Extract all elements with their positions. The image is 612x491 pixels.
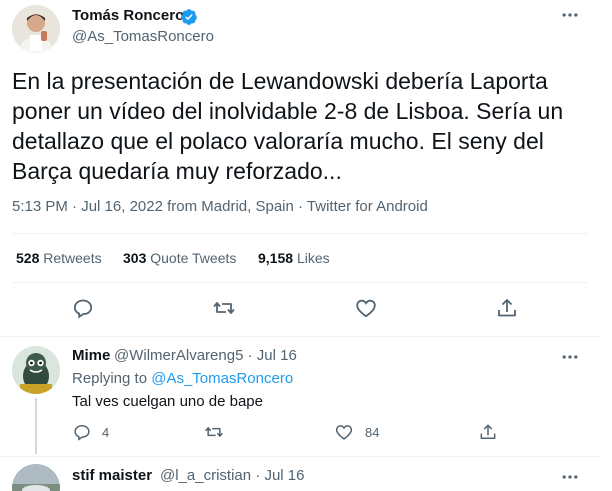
quote-tweets-count: 303	[123, 250, 147, 266]
retweets-count: 528	[16, 250, 40, 266]
main-tweet: Tomás Roncero @As_TomasRoncero En la pre…	[0, 0, 600, 336]
reply-text: Tal ves cuelgan uno de bape	[72, 393, 263, 410]
reply-date[interactable]: Jul 16	[264, 467, 304, 484]
retweets-label: Retweets	[43, 250, 102, 266]
reply-avatar[interactable]	[12, 346, 60, 394]
retweets-stat[interactable]: 528 Retweets	[16, 250, 102, 266]
reply-author-name[interactable]: stif maister	[72, 467, 152, 484]
reply-date[interactable]: Jul 16	[257, 347, 297, 364]
like-count: 84	[365, 425, 380, 440]
reply-author-name[interactable]: Mime	[72, 347, 110, 364]
meta-separator: ·	[255, 467, 261, 484]
thread-line	[35, 398, 37, 454]
like-button[interactable]	[334, 422, 354, 442]
tweet-text: En la presentación de Lewandowski deberí…	[12, 68, 564, 184]
reply-tweet[interactable]: Mime @WilmerAlvareng5 · Jul 16 Replying …	[0, 336, 600, 456]
reply-author-handle[interactable]: @WilmerAlvareng5 · Jul 16	[114, 347, 297, 364]
meta-separator: ·	[298, 198, 304, 215]
retweet-button[interactable]	[212, 296, 236, 320]
tweet-date[interactable]: Jul 16, 2022	[81, 198, 163, 215]
like-button[interactable]	[354, 296, 378, 320]
quote-tweets-stat[interactable]: 303 Quote Tweets	[123, 250, 236, 266]
tweet-location: from Madrid, Spain	[167, 198, 294, 215]
author-avatar[interactable]	[12, 5, 60, 53]
divider	[12, 233, 588, 234]
meta-separator: ·	[247, 347, 253, 364]
like-icon	[335, 425, 353, 440]
more-icon[interactable]	[560, 5, 580, 25]
likes-count: 9,158	[258, 250, 294, 266]
retweet-icon	[213, 302, 235, 314]
quote-tweets-label: Quote Tweets	[150, 250, 237, 266]
replying-label: Replying to	[72, 370, 148, 387]
reply-author-handle[interactable]: @l_a_cristian · Jul 16	[160, 467, 304, 484]
more-icon[interactable]	[560, 467, 580, 487]
share-button[interactable]	[478, 422, 498, 442]
like-icon	[356, 299, 376, 318]
reply-handle-text: @WilmerAlvareng5	[114, 347, 244, 364]
share-button[interactable]	[495, 296, 519, 320]
reply-icon	[74, 424, 90, 441]
share-icon	[480, 424, 496, 439]
meta-separator: ·	[72, 198, 78, 215]
likes-label: Likes	[296, 250, 330, 266]
replying-to-handle[interactable]: @As_TomasRoncero	[151, 370, 293, 387]
likes-stat[interactable]: 9,158 Likes	[258, 250, 330, 266]
reply-tweet[interactable]: stif maister @l_a_cristian · Jul 16	[0, 456, 600, 491]
reply-button[interactable]	[72, 422, 92, 442]
replying-to: Replying to @As_TomasRoncero	[72, 370, 293, 387]
divider	[12, 282, 588, 283]
tweet-source[interactable]: Twitter for Android	[307, 198, 428, 215]
reply-button[interactable]	[71, 296, 95, 320]
share-icon	[498, 299, 516, 317]
reply-handle-text: @l_a_cristian	[160, 467, 252, 484]
reply-count: 4	[102, 425, 110, 440]
author-name[interactable]: Tomás Roncero	[72, 7, 184, 24]
tweet-time[interactable]: 5:13 PM	[12, 198, 68, 215]
reply-icon	[73, 299, 93, 319]
retweet-button[interactable]	[204, 422, 224, 442]
verified-badge-icon	[181, 9, 197, 25]
retweet-icon	[205, 427, 223, 437]
reply-avatar[interactable]	[12, 464, 60, 491]
more-icon[interactable]	[560, 347, 580, 367]
author-handle[interactable]: @As_TomasRoncero	[72, 28, 214, 45]
tweet-meta: 5:13 PM · Jul 16, 2022 from Madrid, Spai…	[12, 198, 428, 215]
